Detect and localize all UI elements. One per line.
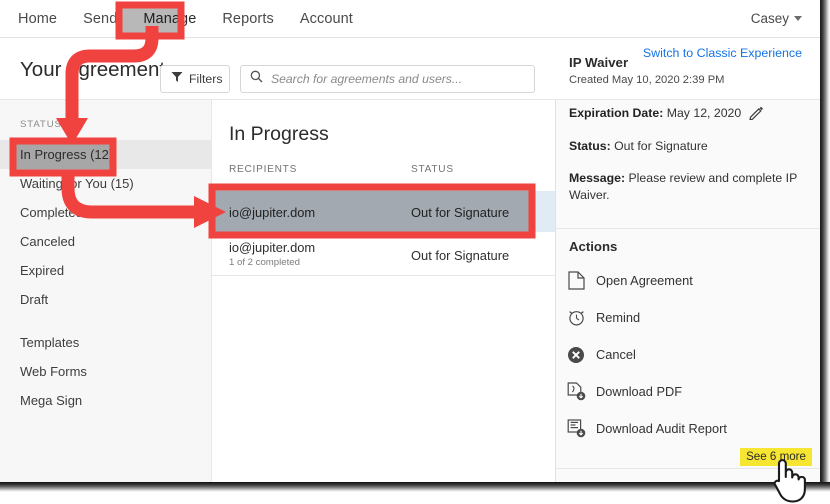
download-pdf-icon <box>556 382 596 401</box>
sidebar-item-draft[interactable]: Draft <box>0 285 211 314</box>
row-recipient: io@jupiter.dom <box>229 205 316 220</box>
column-header-recipients: RECIPIENTS <box>229 164 298 175</box>
sidebar-item-web-forms[interactable]: Web Forms <box>0 357 211 386</box>
search-input[interactable]: Search for agreements and users... <box>240 65 535 93</box>
sidebar-item-completed[interactable]: Completed <box>0 198 211 227</box>
action-download-pdf[interactable]: Download PDF <box>556 373 820 410</box>
mouse-cursor-hand-icon <box>773 459 806 503</box>
nav-item-send[interactable]: Send <box>83 11 117 27</box>
details-message-label: Message: <box>569 171 626 185</box>
filters-button-label: Filters <box>189 72 223 86</box>
details-status-value: Out for Signature <box>614 139 708 153</box>
row-recipient: io@jupiter.dom <box>229 240 316 255</box>
row-status: Out for Signature <box>411 205 510 220</box>
search-placeholder: Search for agreements and users... <box>271 72 463 86</box>
row-status: Out for Signature <box>411 248 510 263</box>
details-expiration-row: Expiration Date: May 12, 2020 <box>569 105 809 122</box>
sidebar-item-mega-sign[interactable]: Mega Sign <box>0 386 211 415</box>
sidebar-section-status-label: STATUS <box>20 119 62 130</box>
action-remind[interactable]: Remind <box>556 299 820 336</box>
action-label: Download PDF <box>596 384 683 399</box>
nav-item-home[interactable]: Home <box>18 11 57 27</box>
details-title: IP Waiver <box>569 55 629 70</box>
list-column-headers: RECIPIENTS STATUS <box>212 164 555 186</box>
nav-item-account[interactable]: Account <box>300 11 353 27</box>
sidebar-item-expired[interactable]: Expired <box>0 256 211 285</box>
action-open-agreement[interactable]: Open Agreement <box>556 262 820 299</box>
filter-funnel-icon <box>171 70 183 88</box>
top-navigation-bar: Home Send Manage Reports Account Casey <box>0 0 820 38</box>
chevron-down-icon <box>794 16 802 21</box>
agreement-details-panel: IP Waiver Created May 10, 2020 2:39 PM E… <box>556 55 820 482</box>
details-status-label: Status: <box>569 139 611 153</box>
window-outer-background <box>0 492 830 504</box>
table-row[interactable]: io@jupiter.dom Out for Signature <box>212 191 555 232</box>
details-created-date: Created May 10, 2020 2:39 PM <box>569 74 725 86</box>
sidebar-item-templates[interactable]: Templates <box>0 328 211 357</box>
details-summary: IP Waiver Created May 10, 2020 2:39 PM E… <box>556 55 820 229</box>
sidebar-item-canceled[interactable]: Canceled <box>0 227 211 256</box>
alarm-clock-icon <box>556 308 596 327</box>
user-menu-label: Casey <box>750 11 789 26</box>
edit-pencil-icon[interactable] <box>749 105 764 125</box>
details-message-row: Message: Please review and complete IP W… <box>569 170 809 204</box>
window-bottom-shadow <box>0 482 830 492</box>
user-menu[interactable]: Casey <box>751 0 802 37</box>
search-icon <box>250 70 263 88</box>
nav-item-reports[interactable]: Reports <box>222 11 273 27</box>
app-window: Home Send Manage Reports Account Casey S… <box>0 0 820 482</box>
agreement-list-panel: In Progress RECIPIENTS STATUS io@jupiter… <box>212 100 556 482</box>
action-label: Cancel <box>596 347 636 362</box>
action-label: Remind <box>596 310 641 325</box>
row-progress-subtext: 1 of 2 completed <box>229 257 300 268</box>
nav-item-manage[interactable]: Manage <box>143 11 196 27</box>
download-audit-report-icon <box>556 419 596 438</box>
details-status-row: Status: Out for Signature <box>569 138 809 155</box>
action-label: Open Agreement <box>596 273 693 288</box>
switch-to-classic-link[interactable]: Switch to Classic Experience <box>643 46 802 60</box>
column-header-status: STATUS <box>411 164 454 175</box>
screenshot-root: Home Send Manage Reports Account Casey S… <box>0 0 830 504</box>
circle-x-icon <box>556 346 596 364</box>
actions-title: Actions <box>569 239 618 254</box>
top-nav-items: Home Send Manage Reports Account <box>18 0 353 37</box>
sidebar-item-waiting-for-you[interactable]: Waiting for You (15) <box>0 169 211 198</box>
sidebar-divider-gap <box>0 314 211 328</box>
action-cancel[interactable]: Cancel <box>556 336 820 373</box>
page-title: Your agreements <box>20 58 176 81</box>
table-row[interactable]: io@jupiter.dom 1 of 2 completed Out for … <box>212 232 555 276</box>
sidebar-status-list: In Progress (12) Waiting for You (15) Co… <box>0 140 211 415</box>
action-download-audit-report[interactable]: Download Audit Report <box>556 410 820 447</box>
window-right-shadow <box>820 0 830 482</box>
document-icon <box>556 271 596 290</box>
sidebar: STATUS In Progress (12) Waiting for You … <box>0 100 212 482</box>
actions-list: Open Agreement Remind Cancel Download PD… <box>556 262 820 447</box>
action-label: Download Audit Report <box>596 421 727 436</box>
details-expiration-value: May 12, 2020 <box>666 106 742 120</box>
list-title: In Progress <box>229 123 329 145</box>
sidebar-item-in-progress[interactable]: In Progress (12) <box>0 140 211 169</box>
filters-button[interactable]: Filters <box>160 65 230 93</box>
details-expiration-label: Expiration Date: <box>569 106 664 120</box>
